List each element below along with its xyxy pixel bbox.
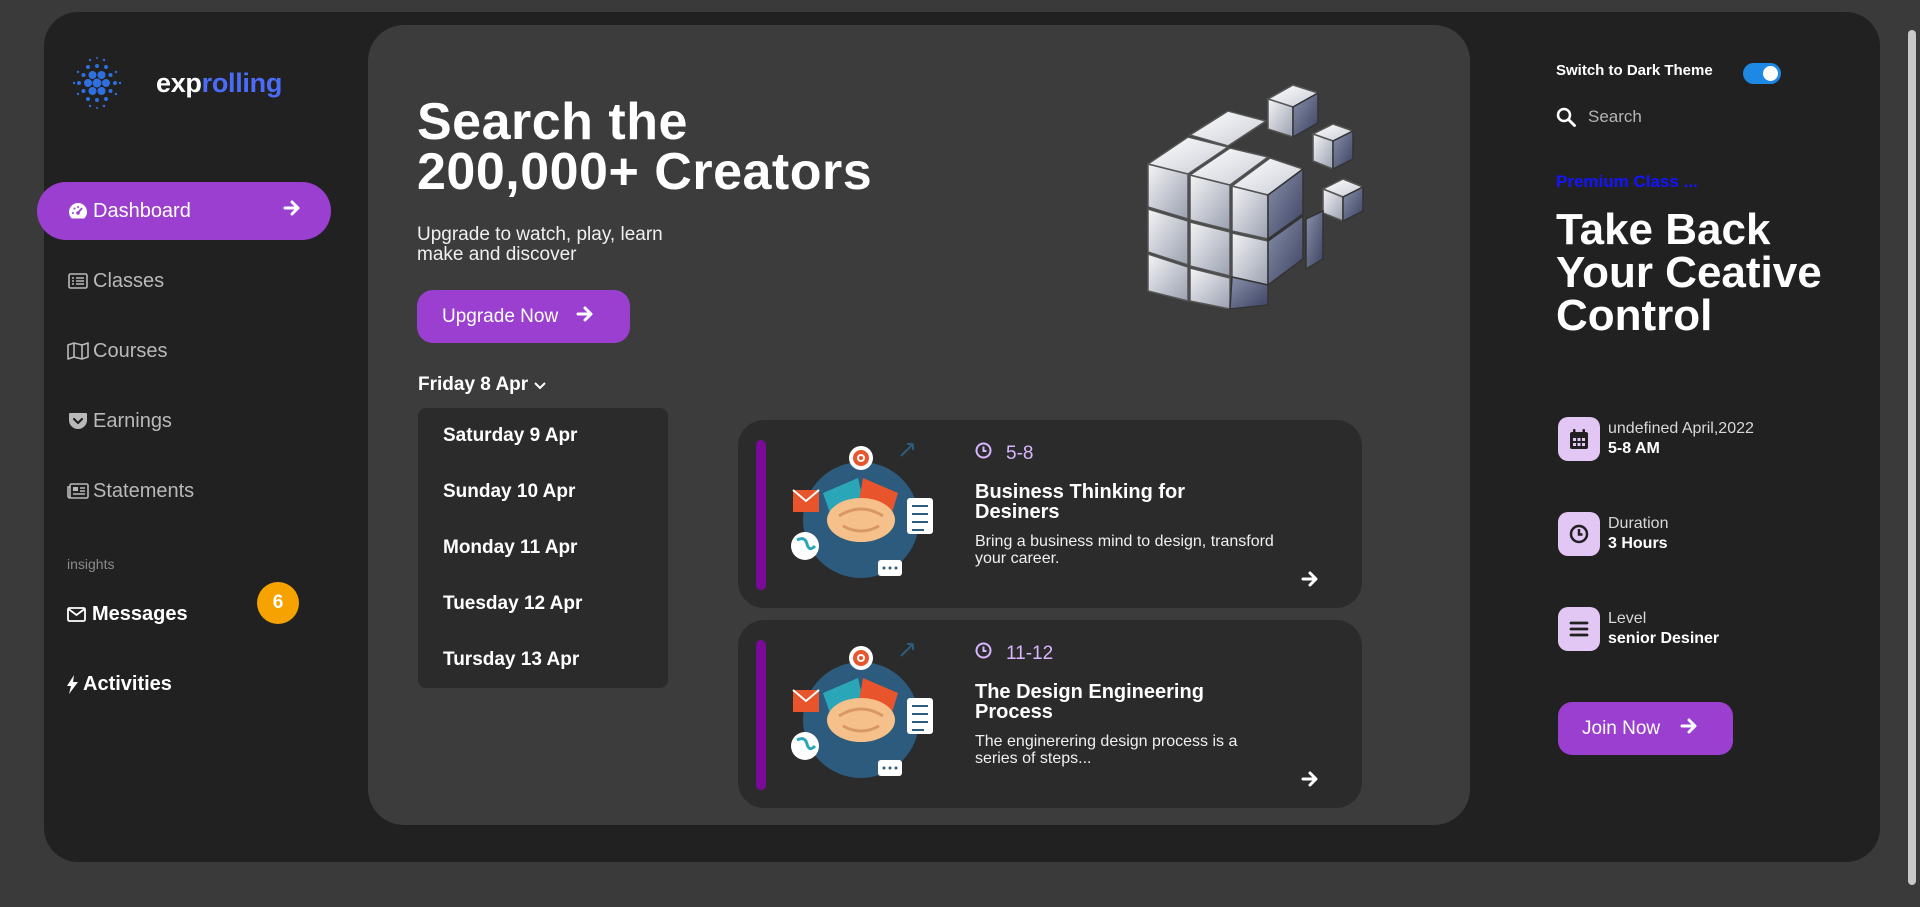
- level-label: Level: [1608, 610, 1647, 627]
- search-icon: [1556, 107, 1576, 127]
- class-card[interactable]: 11-12 The Design Engineering Process The…: [738, 620, 1362, 808]
- rubiks-cube-illustration: [1146, 84, 1365, 309]
- dashboard-icon: [67, 200, 89, 222]
- clock-icon: [975, 642, 992, 665]
- search-input[interactable]: [1586, 106, 1790, 128]
- messages-count-badge: 6: [257, 582, 299, 624]
- date-dropdown[interactable]: Friday 8 Apr: [418, 374, 546, 396]
- date-option[interactable]: Saturday 9 Apr: [418, 408, 668, 464]
- clock-icon: [975, 442, 992, 465]
- sidebar-item-label: Courses: [93, 339, 168, 362]
- envelope-icon: [67, 607, 86, 622]
- bolt-icon: [67, 675, 78, 694]
- hero-title: Search the 200,000+ Creators: [417, 93, 873, 201]
- date-option[interactable]: Monday 11 Apr: [418, 520, 668, 576]
- arrow-right-icon[interactable]: [1301, 570, 1319, 593]
- card-time: 5-8: [975, 442, 1033, 465]
- insights-section-label: insights: [67, 556, 115, 572]
- sidebar-item-label: Messages: [92, 603, 188, 625]
- hero-subtitle: Upgrade to watch, play, learn make and d…: [417, 224, 663, 265]
- class-date-value: 5-8 AM: [1608, 440, 1660, 457]
- sidebar-item-classes[interactable]: Classes: [37, 252, 331, 310]
- duration-value: 3 Hours: [1608, 535, 1668, 552]
- class-date-info: undefined April,2022 5-8 AM: [1558, 417, 1754, 461]
- class-card[interactable]: 5-8 Business Thinking for Desiners Bring…: [738, 420, 1362, 608]
- toggle-knob: [1763, 66, 1778, 81]
- date-dropdown-menu: Saturday 9 Apr Sunday 10 Apr Monday 11 A…: [418, 408, 668, 688]
- card-accent-bar: [756, 640, 766, 790]
- brand-name-part2: rolling: [201, 67, 283, 98]
- handshake-illustration: [791, 643, 933, 778]
- join-button-label: Join Now: [1582, 717, 1661, 739]
- sidebar-item-label: Activities: [83, 673, 172, 695]
- duration-label: Duration: [1608, 515, 1669, 532]
- brand-logo[interactable]: exprolling: [68, 54, 282, 112]
- sidebar-item-statements[interactable]: Statements: [37, 462, 331, 520]
- sidebar-item-activities[interactable]: Activities: [67, 673, 172, 696]
- pocket-icon: [67, 410, 89, 432]
- hero-title-line-2: 200,000+ Creators: [417, 143, 873, 201]
- date-option[interactable]: Sunday 10 Apr: [418, 464, 668, 520]
- class-duration-text: Duration 3 Hours: [1608, 514, 1668, 554]
- sidebar-nav: Dashboard Classes Courses Earnings State…: [37, 182, 331, 532]
- upgrade-now-button[interactable]: Upgrade Now: [417, 290, 630, 343]
- arrow-right-icon[interactable]: [1301, 770, 1319, 793]
- sidebar-item-label: Dashboard: [93, 199, 191, 222]
- sidebar-item-courses[interactable]: Courses: [37, 322, 331, 380]
- arrow-right-icon: [576, 305, 594, 329]
- chevron-down-icon: [534, 374, 546, 396]
- upgrade-button-label: Upgrade Now: [442, 305, 559, 327]
- date-option[interactable]: Tursday 13 Apr: [418, 632, 668, 688]
- brand-name: exprolling: [156, 68, 282, 99]
- brand-name-part1: exp: [156, 67, 202, 98]
- hero-title-line-1: Search the: [417, 93, 688, 151]
- sidebar-item-earnings[interactable]: Earnings: [37, 392, 331, 450]
- list-icon: [67, 270, 89, 292]
- sidebar-item-label: Earnings: [93, 409, 172, 432]
- menu-lines-icon: [1558, 607, 1600, 651]
- newspaper-icon: [67, 480, 89, 502]
- sidebar-item-label: Statements: [93, 479, 195, 502]
- card-time: 11-12: [975, 642, 1053, 665]
- sidebar-item-label: Classes: [93, 269, 165, 292]
- arrow-right-icon: [1680, 717, 1698, 741]
- card-time-text: 11-12: [1006, 642, 1054, 664]
- card-description: The enginerering design process is a ser…: [975, 733, 1238, 767]
- selected-date: Friday 8 Apr: [418, 374, 529, 395]
- class-level-text: Level senior Desiner: [1608, 609, 1719, 649]
- level-value: senior Desiner: [1608, 630, 1720, 647]
- join-now-button[interactable]: Join Now: [1558, 702, 1733, 755]
- premium-class-link[interactable]: Premium Class ...: [1556, 172, 1698, 192]
- class-duration-info: Duration 3 Hours: [1558, 512, 1668, 556]
- date-option[interactable]: Tuesday 12 Apr: [418, 576, 668, 632]
- card-accent-bar: [756, 440, 766, 590]
- sidebar-item-dashboard[interactable]: Dashboard: [37, 182, 331, 240]
- calendar-icon: [1558, 417, 1600, 461]
- class-level-info: Level senior Desiner: [1558, 607, 1719, 651]
- card-title: Business Thinking for Desiners: [975, 481, 1186, 523]
- class-date-text: undefined April,2022 5-8 AM: [1608, 419, 1754, 459]
- clock-icon: [1558, 512, 1600, 556]
- theme-switch-label: Switch to Dark Theme: [1556, 62, 1713, 79]
- arrow-right-icon: [283, 199, 301, 223]
- sidebar-item-messages[interactable]: Messages: [67, 603, 188, 626]
- map-icon: [67, 340, 89, 362]
- class-date-label: undefined April,2022: [1608, 420, 1754, 437]
- card-time-text: 5-8: [1006, 442, 1034, 464]
- dark-theme-toggle[interactable]: [1743, 63, 1781, 84]
- card-description: Bring a business mind to design, transfo…: [975, 533, 1274, 567]
- main-panel: Search the 200,000+ Creators Upgrade to …: [368, 25, 1470, 825]
- window-scrollbar[interactable]: [1908, 30, 1916, 885]
- card-title: The Design Engineering Process: [975, 681, 1204, 723]
- handshake-illustration: [791, 443, 933, 578]
- search-bar: [1556, 106, 1790, 128]
- promo-title: Take Back Your Ceative Control: [1556, 205, 1822, 340]
- dotted-sphere-icon: [72, 57, 122, 109]
